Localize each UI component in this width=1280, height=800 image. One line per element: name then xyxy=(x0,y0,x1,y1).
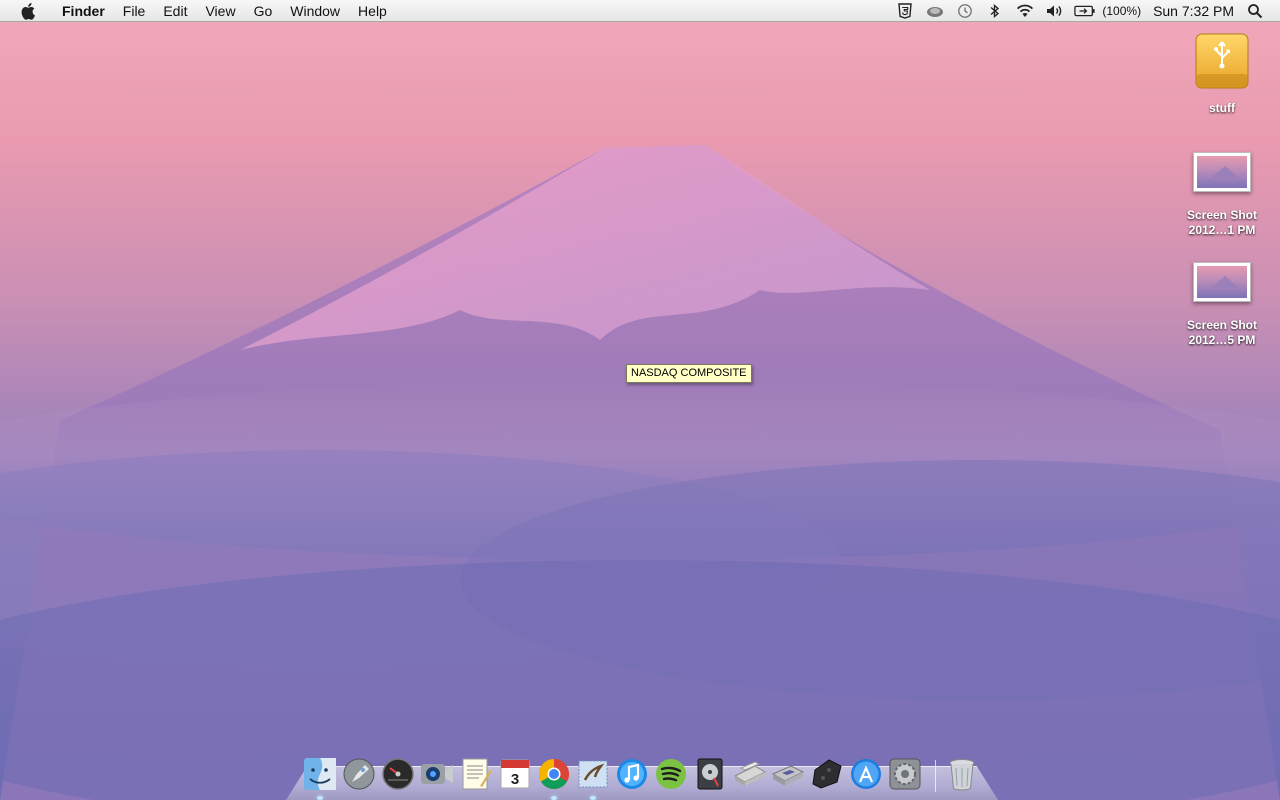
game-controller-icon[interactable] xyxy=(809,756,845,792)
mail-icon[interactable] xyxy=(575,756,611,800)
menu-window[interactable]: Window xyxy=(281,0,349,22)
dock-separator xyxy=(926,756,944,792)
screenshot-thumbnail-icon xyxy=(1193,152,1251,192)
textedit-icon[interactable] xyxy=(458,756,494,792)
cloud-app-icon[interactable] xyxy=(924,0,946,22)
running-indicator xyxy=(590,796,596,800)
calendar-icon[interactable]: 3 xyxy=(497,756,533,792)
trash-icon[interactable] xyxy=(944,756,980,792)
chrome-icon[interactable] xyxy=(536,756,572,800)
itunes-icon[interactable] xyxy=(614,756,650,792)
screenshot-thumbnail-icon xyxy=(1193,262,1251,302)
system-preferences-icon[interactable] xyxy=(887,756,923,792)
dock: 3 xyxy=(286,746,998,800)
desktop-item-label: 2012…1 PM xyxy=(1188,223,1256,237)
menu-view[interactable]: View xyxy=(196,0,244,22)
usb-drive-icon xyxy=(1192,30,1252,95)
launchpad-icon[interactable] xyxy=(341,756,377,792)
menu-bar: Finder File Edit View Go Window Help (10… xyxy=(0,0,1280,22)
snes-emulator-icon[interactable] xyxy=(770,756,806,792)
desktop-item-label: Screen Shot xyxy=(1186,208,1258,222)
volume-icon[interactable] xyxy=(1044,0,1066,22)
bluetooth-icon[interactable] xyxy=(984,0,1006,22)
desktop-item-label: 2012…5 PM xyxy=(1188,333,1256,347)
html5-icon[interactable] xyxy=(894,0,916,22)
disk-utility-icon[interactable] xyxy=(692,756,728,792)
menu-help[interactable]: Help xyxy=(349,0,396,22)
desktop-item-label: Screen Shot xyxy=(1186,318,1258,332)
facetime-icon[interactable] xyxy=(419,756,455,792)
desktop-item-screenshot-2[interactable]: Screen Shot 2012…5 PM xyxy=(1172,262,1272,348)
menu-edit[interactable]: Edit xyxy=(154,0,196,22)
dashboard-icon[interactable] xyxy=(380,756,416,792)
running-indicator xyxy=(317,796,323,800)
desktop-item-stuff[interactable]: stuff xyxy=(1172,30,1272,116)
finder-icon[interactable] xyxy=(302,756,338,800)
desktop-wallpaper xyxy=(0,0,1280,800)
battery-icon[interactable] xyxy=(1074,0,1096,22)
running-indicator xyxy=(551,796,557,800)
desktop-item-label: stuff xyxy=(1209,101,1235,115)
calendar-day: 3 xyxy=(511,771,519,788)
menu-go[interactable]: Go xyxy=(245,0,282,22)
spotlight-search-icon[interactable] xyxy=(1244,0,1266,22)
wifi-icon[interactable] xyxy=(1014,0,1036,22)
menubar-clock[interactable]: Sun 7:32 PM xyxy=(1153,3,1234,19)
menu-file[interactable]: File xyxy=(114,0,155,22)
menu-app-finder[interactable]: Finder xyxy=(53,0,114,22)
apple-menu-icon[interactable] xyxy=(17,0,39,22)
scanner-icon[interactable] xyxy=(731,756,767,792)
battery-percent[interactable]: (100%) xyxy=(1102,4,1141,18)
app-store-icon[interactable] xyxy=(848,756,884,792)
spotify-icon[interactable] xyxy=(653,756,689,792)
time-machine-icon[interactable] xyxy=(954,0,976,22)
tooltip: NASDAQ COMPOSITE xyxy=(626,364,752,383)
desktop-item-screenshot-1[interactable]: Screen Shot 2012…1 PM xyxy=(1172,152,1272,238)
